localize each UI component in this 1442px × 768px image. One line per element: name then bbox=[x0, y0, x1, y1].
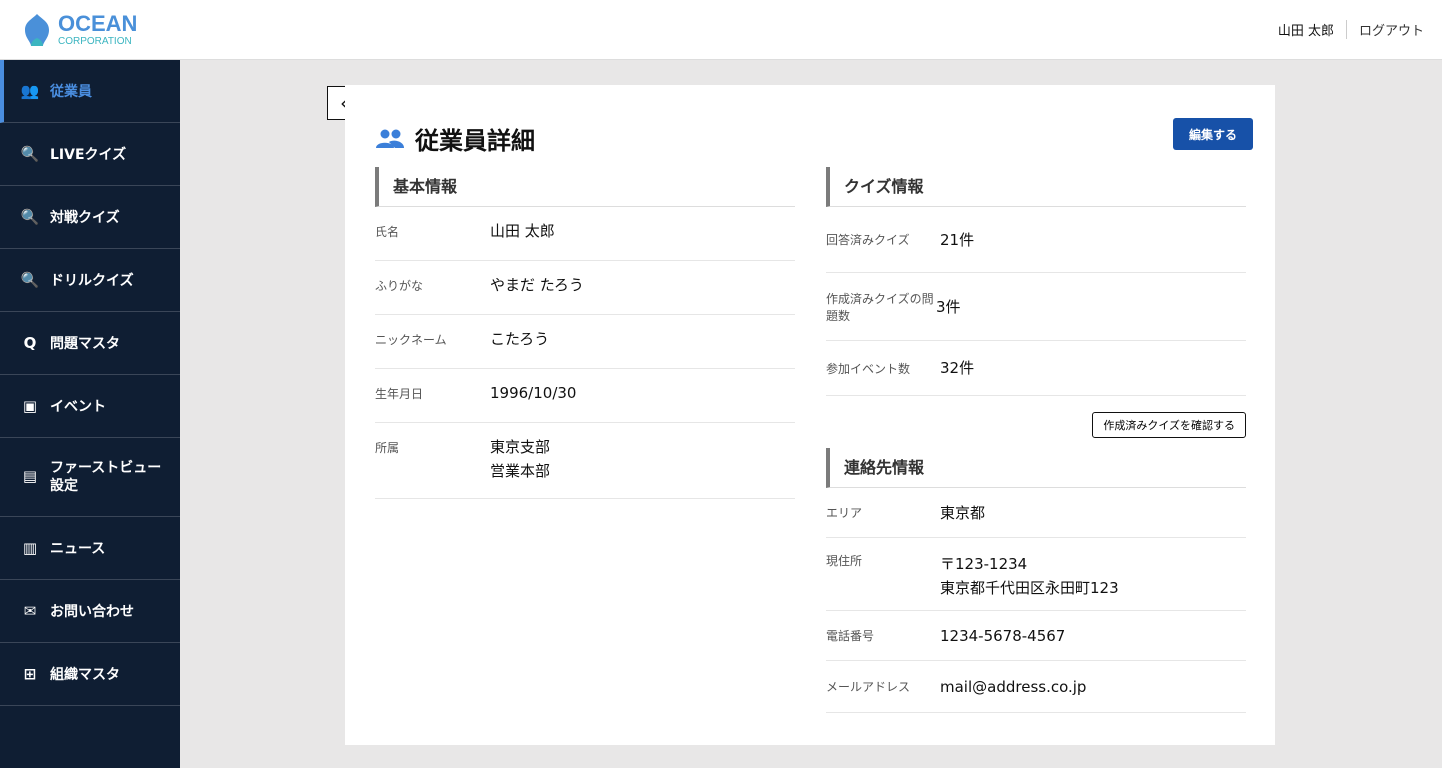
sidebar-item-label: お問い合わせ bbox=[50, 601, 134, 621]
users-icon: 👥 bbox=[20, 81, 40, 101]
quiz-info-section: クイズ情報 回答済みクイズ21件作成済みクイズの問題数3件参加イベント数32件 … bbox=[826, 167, 1246, 438]
field-value: 〒123-1234 東京都千代田区永田町123 bbox=[940, 552, 1119, 600]
search-icon: Q bbox=[20, 333, 40, 353]
field-value: 東京都 bbox=[940, 501, 985, 525]
info-row: ふりがなやまだ たろう bbox=[375, 261, 795, 315]
field-label: ふりがな bbox=[375, 273, 490, 294]
logo-icon bbox=[22, 12, 52, 48]
sidebar-item[interactable]: 🔍 LIVEクイズ bbox=[0, 123, 180, 186]
sidebar-item[interactable]: ✉ お問い合わせ bbox=[0, 580, 180, 643]
field-value: 山田 太郎 bbox=[490, 219, 555, 243]
page-title: 従業員詳細 bbox=[415, 121, 535, 156]
logo[interactable]: OCEAN CORPORATION bbox=[22, 12, 137, 48]
sidebar-item-label: LIVEクイズ bbox=[50, 144, 126, 164]
field-value: mail@address.co.jp bbox=[940, 675, 1086, 699]
field-label: エリア bbox=[826, 504, 940, 521]
field-value: こたろう bbox=[490, 327, 549, 351]
logo-sub: CORPORATION bbox=[58, 37, 137, 47]
info-row: 作成済みクイズの問題数3件 bbox=[826, 273, 1246, 341]
section-heading: クイズ情報 bbox=[826, 167, 1246, 207]
sidebar-item[interactable]: ▥ ニュース bbox=[0, 517, 180, 580]
sidebar-item-label: ニュース bbox=[50, 538, 105, 558]
info-row: メールアドレスmail@address.co.jp bbox=[826, 661, 1246, 713]
sidebar-item[interactable]: ⊞ 組織マスタ bbox=[0, 643, 180, 706]
sidebar-item-label: ドリルクイズ bbox=[50, 270, 134, 290]
edit-button[interactable]: 編集する bbox=[1173, 118, 1253, 150]
field-label: 氏名 bbox=[375, 219, 490, 240]
contact-info-section: 連絡先情報 エリア東京都現住所〒123-1234 東京都千代田区永田町123電話… bbox=[826, 448, 1246, 713]
sidebar-item-label: 対戦クイズ bbox=[50, 207, 120, 227]
user-name: 山田 太郎 bbox=[1278, 20, 1347, 39]
sidebar-item-label: 組織マスタ bbox=[50, 664, 120, 684]
sidebar-item[interactable]: 🔍 ドリルクイズ bbox=[0, 249, 180, 312]
field-label: 現住所 bbox=[826, 552, 940, 569]
info-row: 電話番号1234-5678-4567 bbox=[826, 611, 1246, 661]
sidebar-item-label: 従業員 bbox=[50, 81, 92, 101]
view-created-quizzes-button[interactable]: 作成済みクイズを確認する bbox=[1092, 412, 1246, 438]
logo-main: OCEAN bbox=[58, 13, 137, 35]
field-value: 3件 bbox=[936, 295, 961, 319]
sidebar-item[interactable]: ▣ イベント bbox=[0, 375, 180, 438]
field-value: やまだ たろう bbox=[490, 273, 584, 297]
info-row: 所属東京支部 営業本部 bbox=[375, 423, 795, 499]
header: OCEAN CORPORATION 山田 太郎 ログアウト bbox=[0, 0, 1442, 60]
field-label: 回答済みクイズ bbox=[826, 231, 940, 248]
field-label: 電話番号 bbox=[826, 627, 940, 644]
info-row: エリア東京都 bbox=[826, 488, 1246, 538]
field-label: ニックネーム bbox=[375, 327, 490, 348]
quiz-icon: 🔍 bbox=[20, 144, 40, 164]
sidebar: 👥 従業員 🔍 LIVEクイズ 🔍 対戦クイズ 🔍 ドリルクイズ Q 問題マスタ ▣ イベント ▤ ファー… bbox=[0, 60, 180, 768]
field-value: 東京支部 営業本部 bbox=[490, 435, 550, 483]
field-value: 1996/10/30 bbox=[490, 381, 576, 405]
field-label: 参加イベント数 bbox=[826, 360, 940, 377]
logout-link[interactable]: ログアウト bbox=[1347, 20, 1424, 39]
info-row: ニックネームこたろう bbox=[375, 315, 795, 369]
field-label: メールアドレス bbox=[826, 678, 940, 695]
field-value: 32件 bbox=[940, 356, 974, 380]
field-value: 21件 bbox=[940, 228, 974, 252]
calendar-icon: ▣ bbox=[20, 396, 40, 416]
sidebar-item-label: イベント bbox=[50, 396, 106, 416]
newspaper-icon: ▥ bbox=[20, 538, 40, 558]
org-chart-icon: ⊞ bbox=[20, 664, 40, 684]
quiz-icon: 🔍 bbox=[20, 270, 40, 290]
info-row: 参加イベント数32件 bbox=[826, 341, 1246, 396]
sidebar-item-label: 問題マスタ bbox=[50, 333, 120, 353]
section-heading: 連絡先情報 bbox=[826, 448, 1246, 488]
quiz-icon: 🔍 bbox=[20, 207, 40, 227]
field-label: 生年月日 bbox=[375, 381, 490, 402]
sidebar-item[interactable]: 👥 従業員 bbox=[0, 60, 180, 123]
sidebar-item-label: ファーストビュー 設定 bbox=[50, 459, 161, 495]
sidebar-item[interactable]: 🔍 対戦クイズ bbox=[0, 186, 180, 249]
document-gear-icon: ▤ bbox=[20, 467, 40, 487]
info-row: 現住所〒123-1234 東京都千代田区永田町123 bbox=[826, 538, 1246, 611]
field-value: 1234-5678-4567 bbox=[940, 624, 1065, 648]
employee-detail-card: 従業員詳細 編集する 基本情報 氏名山田 太郎ふりがなやまだ たろうニックネーム… bbox=[345, 85, 1275, 745]
basic-info-section: 基本情報 氏名山田 太郎ふりがなやまだ たろうニックネームこたろう生年月日199… bbox=[375, 167, 795, 499]
info-row: 氏名山田 太郎 bbox=[375, 207, 795, 261]
section-heading: 基本情報 bbox=[375, 167, 795, 207]
field-label: 所属 bbox=[375, 435, 490, 456]
sidebar-item[interactable]: Q 問題マスタ bbox=[0, 312, 180, 375]
info-row: 回答済みクイズ21件 bbox=[826, 207, 1246, 273]
users-icon bbox=[375, 129, 405, 149]
mail-icon: ✉ bbox=[20, 601, 40, 621]
field-label: 作成済みクイズの問題数 bbox=[826, 290, 936, 324]
info-row: 生年月日1996/10/30 bbox=[375, 369, 795, 423]
sidebar-item[interactable]: ▤ ファーストビュー 設定 bbox=[0, 438, 180, 517]
